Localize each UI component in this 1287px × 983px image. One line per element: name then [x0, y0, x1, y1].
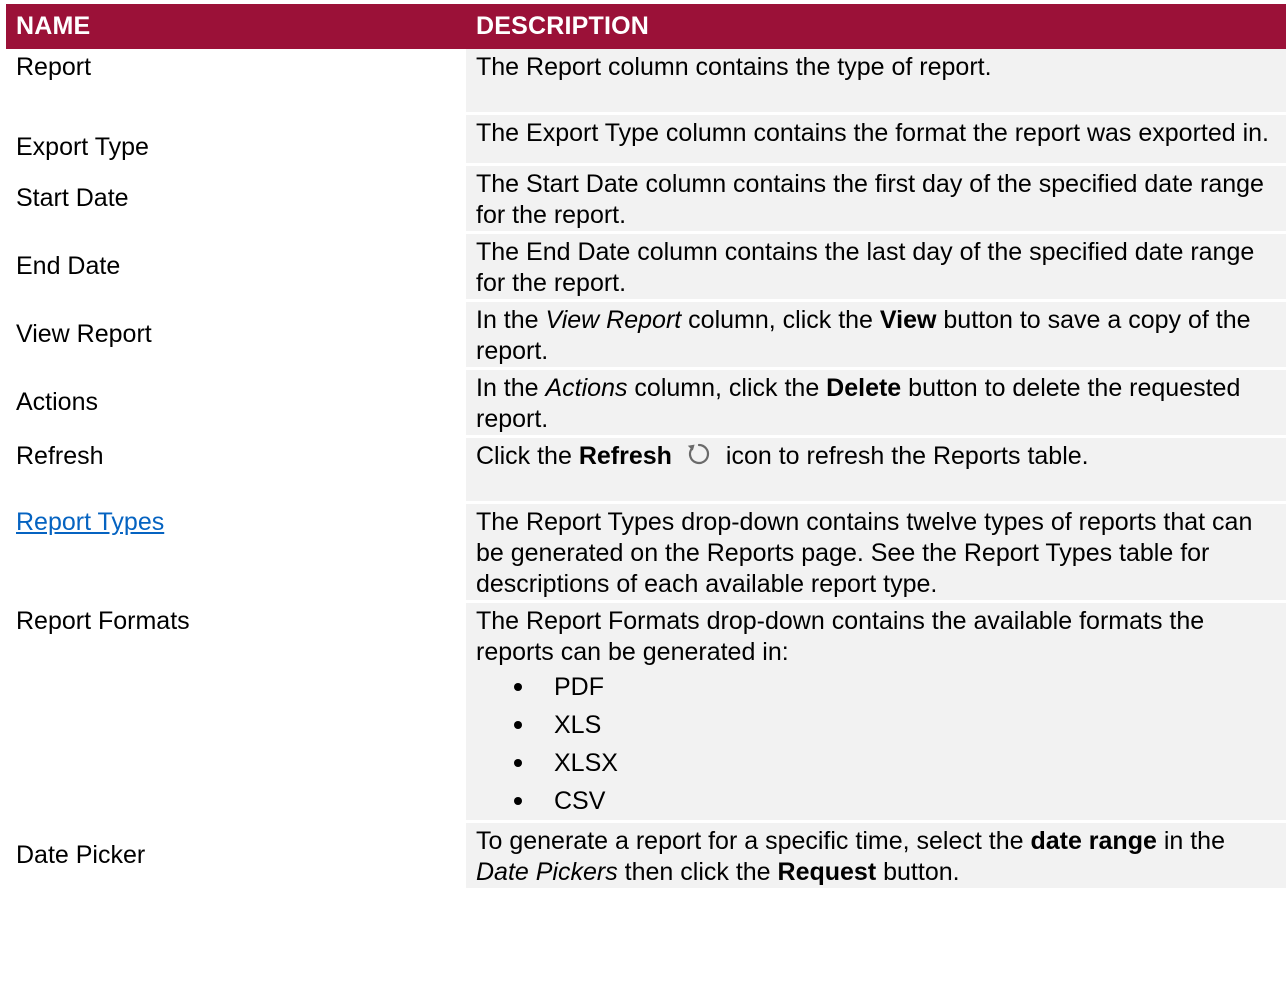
desc-text: In the [476, 374, 546, 402]
report-types-link[interactable]: Report Types [16, 508, 164, 536]
desc-bold: Refresh [578, 442, 672, 470]
desc-text: The Report Formats drop-down contains th… [476, 607, 1205, 666]
bullet-icon [514, 797, 522, 805]
row-description-report: The Report column contains the type of r… [466, 49, 1286, 115]
row-description-view-report: In the View Report column, click the Vie… [466, 300, 1286, 370]
desc-text: To generate a report for a specific time… [476, 827, 1031, 855]
table-row: Report The Report column contains the ty… [6, 49, 1286, 115]
bullet-icon [514, 721, 522, 729]
row-description-start-date: The Start Date column contains the first… [466, 164, 1286, 234]
desc-text: icon to refresh the Reports table. [725, 442, 1089, 470]
table-row: End Date The End Date column contains th… [6, 232, 1286, 302]
name-column-header: NAME [6, 4, 466, 49]
desc-italic: Actions [545, 374, 628, 402]
table-row: Start Date The Start Date column contain… [6, 164, 1286, 234]
desc-text: button. [876, 858, 960, 886]
row-name-export-type: Export Type [6, 113, 466, 166]
row-name-start-date: Start Date [6, 164, 466, 234]
list-item: CSV [476, 782, 1280, 820]
desc-text: in the [1156, 827, 1225, 855]
table-row: Refresh Click the Refresh icon to refresh… [6, 436, 1286, 504]
desc-italic: View Report [545, 306, 682, 334]
description-column-header: DESCRIPTION [466, 4, 1286, 49]
table-row: Report Formats The Report Formats drop-d… [6, 601, 1286, 823]
row-description-end-date: The End Date column contains the last da… [466, 232, 1286, 302]
row-description-export-type: The Export Type column contains the form… [466, 113, 1286, 166]
bullet-icon [514, 683, 522, 691]
row-name-refresh: Refresh [6, 436, 466, 504]
format-label: XLSX [554, 749, 618, 777]
desc-text: column, click the [681, 306, 880, 334]
desc-text: In the [476, 306, 546, 334]
row-description-actions: In the Actions column, click the Delete … [466, 368, 1286, 438]
format-label: CSV [554, 787, 606, 815]
desc-bold: date range [1030, 827, 1157, 855]
row-name-actions: Actions [6, 368, 466, 438]
desc-bold: View [879, 306, 937, 334]
desc-text: column, click the [627, 374, 827, 402]
table-row: Report Types The Report Types drop-down … [6, 502, 1286, 603]
row-name-report: Report [6, 49, 466, 115]
list-item: XLSX [476, 744, 1280, 782]
list-item: XLS [476, 706, 1280, 744]
row-name-report-types: Report Types [6, 502, 466, 603]
row-name-report-formats: Report Formats [6, 601, 466, 823]
row-description-report-types: The Report Types drop-down contains twel… [466, 502, 1286, 603]
row-description-date-picker: To generate a report for a specific time… [466, 821, 1286, 891]
table-row: Export Type The Export Type column conta… [6, 113, 1286, 166]
format-label: PDF [554, 673, 604, 701]
row-name-view-report: View Report [6, 300, 466, 370]
row-name-date-picker: Date Picker [6, 821, 466, 891]
table-row: View Report In the View Report column, c… [6, 300, 1286, 370]
format-list: PDF XLS XLSX CSV [476, 668, 1280, 820]
bullet-icon [514, 759, 522, 767]
reports-reference-table: NAME DESCRIPTION Report The Report colum… [6, 4, 1286, 891]
row-description-refresh: Click the Refresh icon to refresh the Rep… [466, 436, 1286, 504]
desc-bold: Request [777, 858, 877, 886]
table-row: Actions In the Actions column, click the… [6, 368, 1286, 438]
format-label: XLS [554, 711, 602, 739]
desc-bold: Delete [826, 374, 902, 402]
list-item: PDF [476, 668, 1280, 706]
refresh-icon [687, 444, 709, 465]
desc-italic: Date Pickers [476, 858, 618, 886]
desc-text: Click the [476, 442, 579, 470]
row-name-end-date: End Date [6, 232, 466, 302]
row-description-report-formats: The Report Formats drop-down contains th… [466, 601, 1286, 823]
table-header-row: NAME DESCRIPTION [6, 4, 1286, 49]
desc-text: then click the [617, 858, 778, 886]
table-row: Date Picker To generate a report for a s… [6, 821, 1286, 891]
